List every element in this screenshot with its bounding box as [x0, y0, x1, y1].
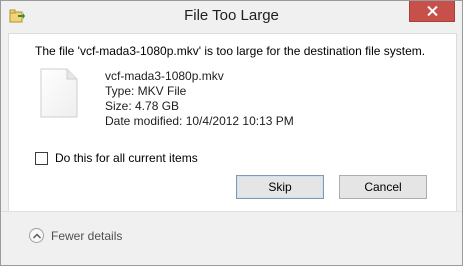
file-name: vcf-mada3-1080p.mkv [105, 69, 224, 83]
chevron-up-icon[interactable] [29, 228, 44, 243]
fewer-details-label[interactable]: Fewer details [51, 229, 122, 243]
skip-button[interactable]: Skip [236, 175, 324, 199]
file-date-modified: Date modified: 10/4/2012 10:13 PM [105, 114, 294, 128]
file-details: vcf-mada3-1080p.mkv Type: MKV File Size:… [105, 69, 294, 129]
dialog-content: The file 'vcf-mada3-1080p.mkv' is too la… [8, 33, 457, 211]
error-message: The file 'vcf-mada3-1080p.mkv' is too la… [35, 44, 426, 58]
fewer-details-toggle[interactable]: Fewer details [29, 228, 122, 243]
file-type: Type: MKV File [105, 84, 187, 98]
apply-to-all-label[interactable]: Do this for all current items [55, 151, 198, 165]
file-too-large-dialog: File Too Large The file 'vcf-mada3-1080p… [0, 0, 463, 266]
dialog-footer: Fewer details [1, 211, 462, 265]
cancel-button[interactable]: Cancel [339, 175, 427, 199]
window-title: File Too Large [184, 7, 279, 24]
file-size: Size: 4.78 GB [105, 99, 180, 113]
close-button[interactable] [409, 1, 455, 22]
title-bar[interactable]: File Too Large [1, 1, 462, 32]
apply-to-all-checkbox[interactable] [35, 151, 48, 165]
close-icon [427, 6, 438, 16]
blank-file-icon [40, 68, 78, 123]
apply-to-all-row[interactable]: Do this for all current items [35, 150, 198, 166]
